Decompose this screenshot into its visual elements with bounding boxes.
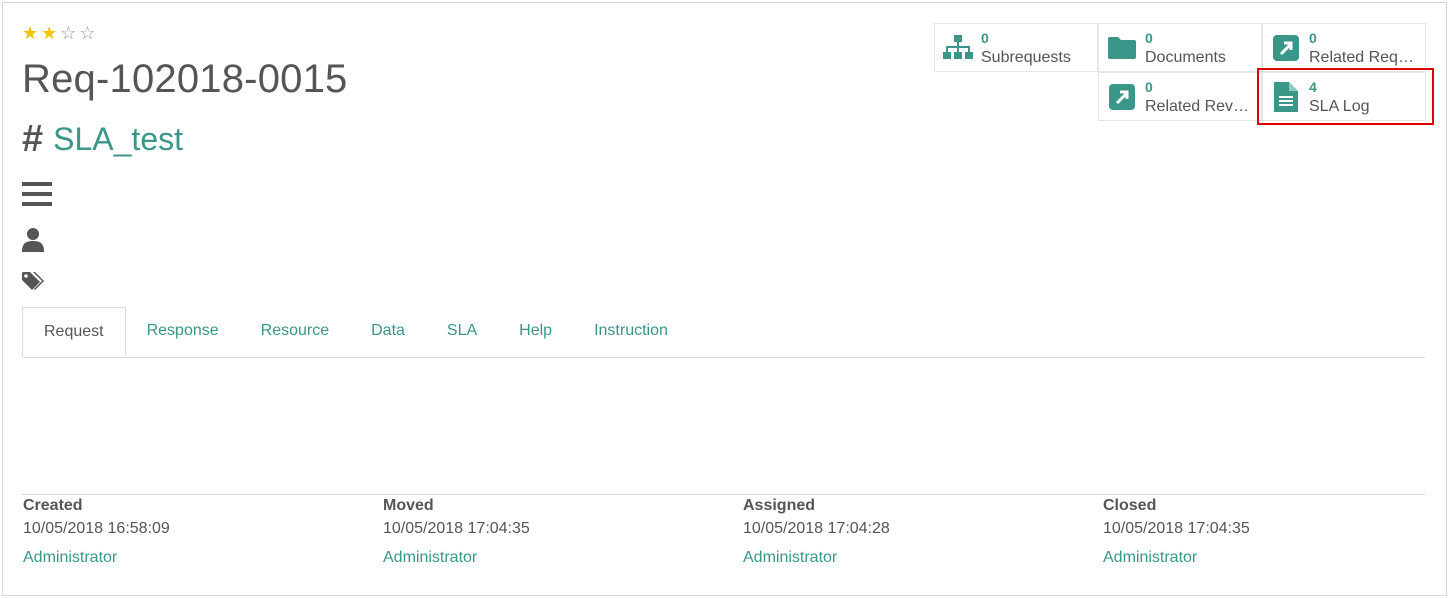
moved-date: 10/05/2018 17:04:35 [383, 520, 530, 537]
highlight-box [1257, 68, 1434, 125]
arrow-square-icon [1263, 34, 1309, 61]
subrequests-label: Subrequests [981, 48, 1071, 66]
divider [22, 494, 1425, 495]
request-type-link[interactable]: SLA_test [53, 120, 183, 158]
tab-instruction[interactable]: Instruction [573, 307, 689, 356]
related-requests-count: 0 [1309, 29, 1317, 46]
star-icon[interactable]: ★ [22, 24, 38, 42]
related-reverse-label: Related Rever... [1145, 97, 1255, 115]
created-date: 10/05/2018 16:58:09 [23, 520, 170, 537]
star-icon[interactable]: ★ [41, 24, 57, 42]
created-info: Created 10/05/2018 16:58:09 Administrato… [23, 497, 363, 567]
created-user-link[interactable]: Administrator [23, 549, 363, 567]
closed-info: Closed 10/05/2018 17:04:35 Administrator [1103, 497, 1443, 567]
assigned-date: 10/05/2018 17:04:28 [743, 520, 890, 537]
star-outline-icon[interactable]: ☆ [79, 24, 95, 42]
related-reverse-button[interactable]: 0 Related Rever... [1098, 72, 1262, 121]
tab-help[interactable]: Help [498, 307, 573, 356]
bars-icon [22, 182, 52, 211]
tags-icon [22, 272, 48, 297]
moved-heading: Moved [383, 497, 434, 514]
related-requests-label: Related Requ... [1309, 48, 1419, 66]
subrequests-button[interactable]: 0 Subrequests [934, 23, 1098, 72]
moved-user-link[interactable]: Administrator [383, 549, 723, 567]
priority-stars[interactable]: ★ ★ ☆ ☆ [22, 24, 96, 42]
request-type: # SLA_test [22, 120, 183, 158]
created-heading: Created [23, 497, 83, 514]
subrequests-count: 0 [981, 29, 989, 46]
tab-request[interactable]: Request [22, 307, 126, 357]
notebook-tabs: Request Response Resource Data SLA Help … [22, 307, 1425, 358]
documents-button[interactable]: 0 Documents [1098, 23, 1262, 72]
tab-response[interactable]: Response [126, 307, 240, 356]
tab-sla[interactable]: SLA [426, 307, 498, 356]
hash-icon: # [22, 118, 44, 160]
user-icon [22, 227, 44, 257]
star-outline-icon[interactable]: ☆ [60, 24, 76, 42]
assigned-heading: Assigned [743, 497, 816, 514]
record-title: Req-102018-0015 [22, 57, 348, 101]
closed-heading: Closed [1103, 497, 1157, 514]
arrow-square-icon [1099, 83, 1145, 110]
assigned-user-link[interactable]: Administrator [743, 549, 1083, 567]
tab-resource[interactable]: Resource [240, 307, 350, 356]
tab-data[interactable]: Data [350, 307, 426, 356]
moved-info: Moved 10/05/2018 17:04:35 Administrator [383, 497, 723, 567]
folder-icon [1099, 36, 1145, 59]
closed-date: 10/05/2018 17:04:35 [1103, 520, 1250, 537]
documents-label: Documents [1145, 48, 1226, 66]
documents-count: 0 [1145, 29, 1153, 46]
assigned-info: Assigned 10/05/2018 17:04:28 Administrat… [743, 497, 1083, 567]
related-reverse-count: 0 [1145, 78, 1153, 95]
related-requests-button[interactable]: 0 Related Requ... [1262, 23, 1426, 72]
sitemap-icon [935, 34, 981, 61]
closed-user-link[interactable]: Administrator [1103, 549, 1443, 567]
